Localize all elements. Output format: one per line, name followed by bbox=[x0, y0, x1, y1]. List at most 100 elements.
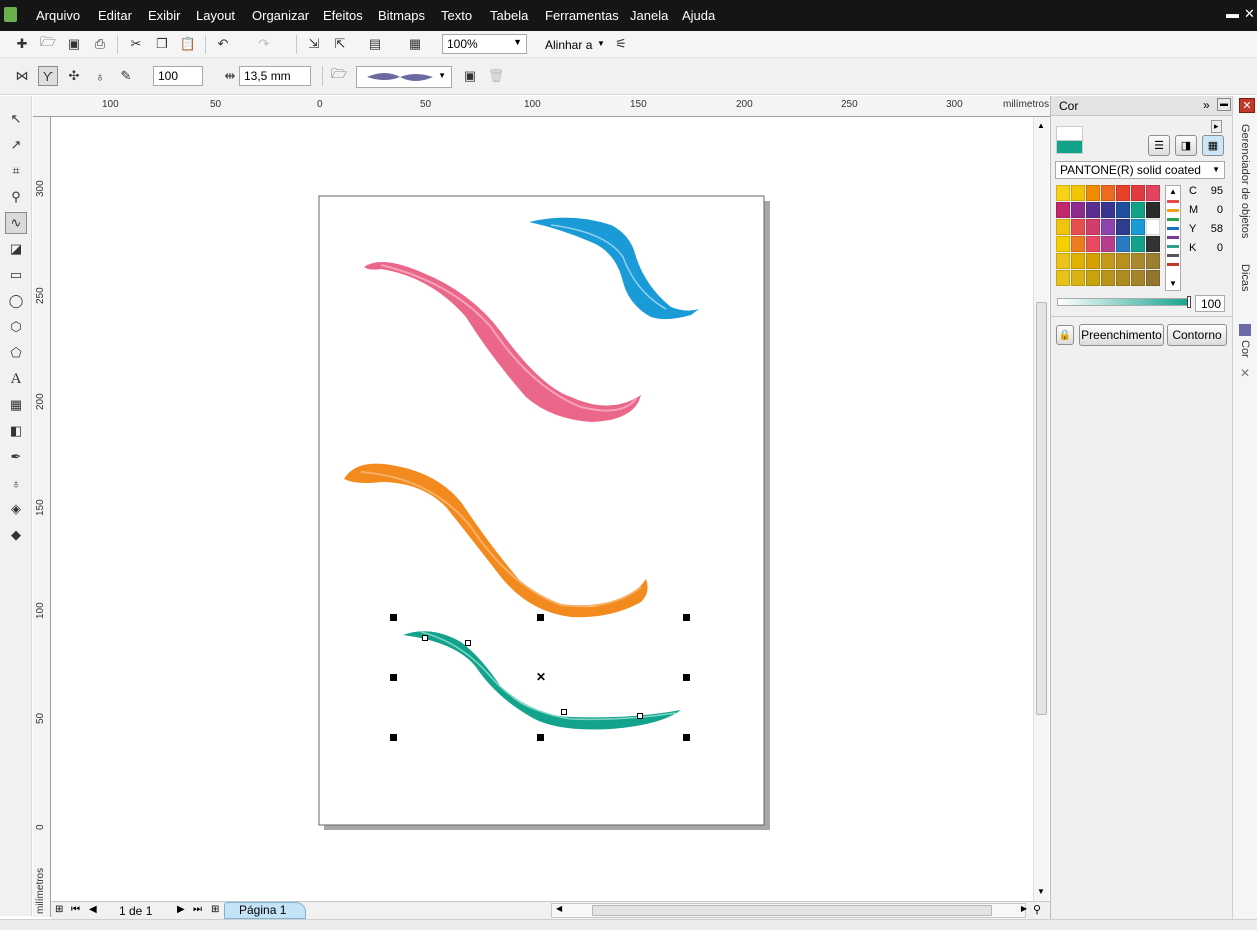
table-tool-icon[interactable]: ▦ bbox=[5, 394, 27, 416]
center-marker-icon[interactable]: ✕ bbox=[536, 670, 546, 684]
save-stroke-icon[interactable]: ▣ bbox=[460, 66, 480, 86]
tab-object-manager[interactable]: Gerenciador de objetos bbox=[1239, 124, 1251, 238]
cmyk-value[interactable]: 0 bbox=[1217, 204, 1223, 216]
menu-ferramentas[interactable]: Ferramentas bbox=[545, 8, 619, 23]
color-swatch[interactable] bbox=[1146, 236, 1160, 252]
selection-handle[interactable] bbox=[390, 734, 397, 741]
interactive-tool-icon[interactable]: ◧ bbox=[5, 420, 27, 442]
copy-icon[interactable]: ❐ bbox=[152, 34, 172, 54]
menu-exibir[interactable]: Exibir bbox=[148, 8, 181, 23]
color-swatch[interactable] bbox=[1086, 253, 1100, 269]
fill-button[interactable]: Preenchimento bbox=[1079, 324, 1164, 346]
palette-strip-swatch[interactable] bbox=[1167, 218, 1179, 221]
scroll-down-icon[interactable]: ▼ bbox=[1169, 279, 1177, 288]
color-swatch[interactable] bbox=[1056, 253, 1070, 269]
color-swatch[interactable] bbox=[1101, 270, 1115, 286]
selection-handle[interactable] bbox=[390, 674, 397, 681]
scroll-down-icon[interactable]: ▼ bbox=[1037, 887, 1045, 896]
menu-janela[interactable]: Janela bbox=[630, 8, 668, 23]
docker-menu-icon[interactable]: ▸ bbox=[1211, 120, 1222, 133]
preset-mode-icon[interactable]: ⋈ bbox=[12, 66, 32, 86]
selection-handle[interactable] bbox=[537, 734, 544, 741]
color-palettes-icon[interactable]: ▦ bbox=[1202, 135, 1224, 156]
smart-fill-tool-icon[interactable]: ◪ bbox=[5, 238, 27, 260]
redo-icon[interactable]: ↷ bbox=[254, 34, 274, 54]
color-swatch[interactable] bbox=[1146, 185, 1160, 201]
cmyk-value[interactable]: 58 bbox=[1211, 223, 1223, 235]
palette-scroll[interactable]: ▲ ▼ bbox=[1165, 185, 1181, 291]
welcome-screen-icon[interactable]: ▦ bbox=[405, 34, 425, 54]
scroll-up-icon[interactable]: ▲ bbox=[1169, 187, 1177, 196]
tint-slider-thumb[interactable] bbox=[1187, 296, 1191, 308]
last-page-icon[interactable]: ⏭ bbox=[193, 904, 202, 915]
zoom-navigator-icon[interactable]: ⚲ bbox=[1033, 903, 1041, 916]
color-swatch[interactable] bbox=[1146, 253, 1160, 269]
brush-mode-icon[interactable]: Ƴ bbox=[38, 66, 58, 86]
lock-icon[interactable]: 🔒 bbox=[1056, 325, 1074, 345]
node-handle[interactable] bbox=[465, 640, 471, 646]
first-page-icon[interactable]: ⏮ bbox=[71, 904, 80, 915]
tint-input[interactable]: 100 bbox=[1195, 295, 1225, 312]
new-document-icon[interactable]: ✚ bbox=[12, 34, 32, 54]
color-swatch[interactable] bbox=[1086, 219, 1100, 235]
color-swatch[interactable] bbox=[1071, 219, 1085, 235]
menu-ajuda[interactable]: Ajuda bbox=[682, 8, 715, 23]
polygon-tool-icon[interactable]: ⬡ bbox=[5, 316, 27, 338]
scroll-right-icon[interactable]: ▶ bbox=[1021, 904, 1027, 913]
save-icon[interactable]: ▣ bbox=[64, 34, 84, 54]
color-swatch[interactable] bbox=[1056, 185, 1070, 201]
smoothing-input[interactable]: 100 bbox=[153, 66, 203, 86]
color-swatch[interactable] bbox=[1116, 219, 1130, 235]
palette-strip-swatch[interactable] bbox=[1167, 200, 1179, 203]
close-tab-icon[interactable]: ✕ bbox=[1240, 366, 1250, 380]
tab-hints[interactable]: Dicas bbox=[1239, 264, 1251, 292]
outline-tool-icon[interactable]: ♁ bbox=[5, 472, 27, 494]
menu-bitmaps[interactable]: Bitmaps bbox=[378, 8, 425, 23]
color-swatch[interactable] bbox=[1131, 253, 1145, 269]
color-sliders-icon[interactable]: ☰ bbox=[1148, 135, 1170, 156]
color-swatch[interactable] bbox=[1146, 202, 1160, 218]
palette-strip-swatch[interactable] bbox=[1167, 209, 1179, 212]
interactive-fill-tool-icon[interactable]: ◆ bbox=[5, 524, 27, 546]
cut-icon[interactable]: ✂ bbox=[126, 34, 146, 54]
open-icon[interactable]: 🗁 bbox=[38, 34, 58, 54]
print-icon[interactable]: ⎙ bbox=[90, 34, 110, 54]
prev-page-icon[interactable]: ◀ bbox=[89, 904, 97, 915]
color-swatch[interactable] bbox=[1116, 202, 1130, 218]
tint-slider[interactable] bbox=[1057, 298, 1191, 306]
menu-layout[interactable]: Layout bbox=[196, 8, 235, 23]
fill-tool-icon[interactable]: ◈ bbox=[5, 498, 27, 520]
menu-editar[interactable]: Editar bbox=[98, 8, 132, 23]
cmyk-value[interactable]: 95 bbox=[1211, 185, 1223, 197]
color-swatch[interactable] bbox=[1056, 236, 1070, 252]
color-swatch[interactable] bbox=[1116, 236, 1130, 252]
app-icon[interactable] bbox=[4, 7, 17, 22]
paste-icon[interactable]: 📋 bbox=[178, 34, 198, 54]
zoom-tool-icon[interactable]: ⚲ bbox=[5, 186, 27, 208]
palette-select[interactable]: PANTONE(R) solid coated ▼ bbox=[1055, 161, 1225, 179]
basic-shapes-tool-icon[interactable]: ⬠ bbox=[5, 342, 27, 364]
scroll-left-icon[interactable]: ◀ bbox=[556, 904, 562, 913]
color-viewer-icon[interactable]: ◨ bbox=[1175, 135, 1197, 156]
browse-folder-icon[interactable]: 🗁 bbox=[329, 66, 349, 86]
menu-efeitos[interactable]: Efeitos bbox=[323, 8, 363, 23]
crop-tool-icon[interactable]: ⌗ bbox=[5, 160, 27, 182]
color-swatch[interactable] bbox=[1101, 253, 1115, 269]
color-swatch[interactable] bbox=[1116, 185, 1130, 201]
drawing-canvas[interactable]: ✕ bbox=[51, 117, 1033, 901]
chevron-down-icon[interactable]: ▼ bbox=[597, 39, 605, 48]
calligraphic-mode-icon[interactable]: ♁ bbox=[90, 66, 110, 86]
node-handle[interactable] bbox=[561, 709, 567, 715]
color-swatch[interactable] bbox=[1131, 202, 1145, 218]
color-swatch[interactable] bbox=[1056, 270, 1070, 286]
application-launcher-icon[interactable]: ▤ bbox=[365, 34, 385, 54]
page[interactable] bbox=[318, 195, 765, 826]
color-swatch[interactable] bbox=[1131, 219, 1145, 235]
outline-button[interactable]: Contorno bbox=[1167, 324, 1227, 346]
docker-minimize-icon[interactable]: ▬ bbox=[1217, 98, 1231, 111]
color-swatch[interactable] bbox=[1116, 253, 1130, 269]
shape-tool-icon[interactable]: ↗ bbox=[5, 134, 27, 156]
color-swatch[interactable] bbox=[1071, 236, 1085, 252]
color-swatch[interactable] bbox=[1071, 270, 1085, 286]
menu-texto[interactable]: Texto bbox=[441, 8, 472, 23]
